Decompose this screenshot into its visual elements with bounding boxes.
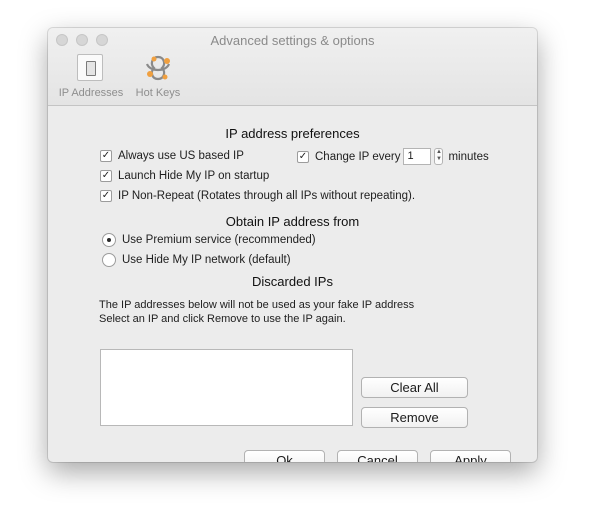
tab-ip-addresses[interactable]: IP Addresses [55, 52, 127, 99]
discarded-description-2: Select an IP and click Remove to use the… [99, 313, 346, 325]
tab-hot-keys[interactable]: Hot Keys [132, 52, 184, 99]
checkmark-icon: ✓ [100, 190, 112, 202]
discarded-description-1: The IP addresses below will not be used … [99, 299, 415, 311]
change-ip-minutes-input[interactable]: 1 [403, 148, 432, 165]
cancel-button[interactable]: Cancel [337, 450, 418, 462]
discarded-ips-heading: Discarded IPs [252, 274, 333, 289]
ip-addresses-pane: IP address preferences ✓ Always use US b… [48, 106, 537, 462]
radio-selected-icon [102, 233, 116, 247]
change-ip-row: ✓ Change IP every 1 ▲ ▼ minutes [297, 148, 489, 165]
obtain-ip-heading: Obtain IP address from [225, 214, 360, 229]
radio-network-label: Use Hide My IP network (default) [122, 254, 291, 266]
checkmark-icon: ✓ [100, 150, 112, 162]
launch-startup-checkbox[interactable]: ✓ Launch Hide My IP on startup [100, 170, 269, 182]
change-ip-label: Change IP every [315, 150, 401, 163]
window-title: Advanced settings & options [210, 33, 375, 48]
non-repeat-checkbox[interactable]: ✓ IP Non-Repeat (Rotates through all IPs… [100, 190, 415, 202]
ok-button[interactable]: Ok [244, 450, 325, 462]
launch-startup-label: Launch Hide My IP on startup [118, 170, 270, 182]
always-us-label: Always use US based IP [118, 150, 244, 162]
hotkeys-icon [142, 52, 174, 84]
radio-unselected-icon [102, 253, 116, 267]
clear-all-button[interactable]: Clear All [361, 377, 468, 398]
checkmark-icon: ✓ [100, 170, 112, 182]
checkmark-icon[interactable]: ✓ [297, 150, 309, 163]
toolbar: Advanced settings & options IP Addresses… [48, 28, 537, 106]
minutes-stepper[interactable]: ▲ ▼ [434, 148, 444, 165]
settings-window: Advanced settings & options IP Addresses… [48, 28, 537, 462]
radio-premium-label: Use Premium service (recommended) [122, 234, 316, 246]
switch-icon [75, 52, 107, 84]
radio-premium-service[interactable]: Use Premium service (recommended) [102, 233, 316, 247]
apply-button[interactable]: Apply [430, 450, 511, 462]
tab-hot-keys-label: Hot Keys [135, 87, 181, 99]
minutes-label: minutes [448, 150, 489, 163]
tab-ip-addresses-label: IP Addresses [58, 87, 124, 99]
always-us-checkbox[interactable]: ✓ Always use US based IP [100, 150, 244, 162]
radio-hide-my-ip-network[interactable]: Use Hide My IP network (default) [102, 253, 291, 267]
remove-button[interactable]: Remove [361, 407, 468, 428]
discarded-ip-list[interactable] [100, 349, 353, 426]
non-repeat-label: IP Non-Repeat (Rotates through all IPs w… [118, 190, 416, 202]
ip-preferences-heading: IP address preferences [225, 126, 360, 141]
